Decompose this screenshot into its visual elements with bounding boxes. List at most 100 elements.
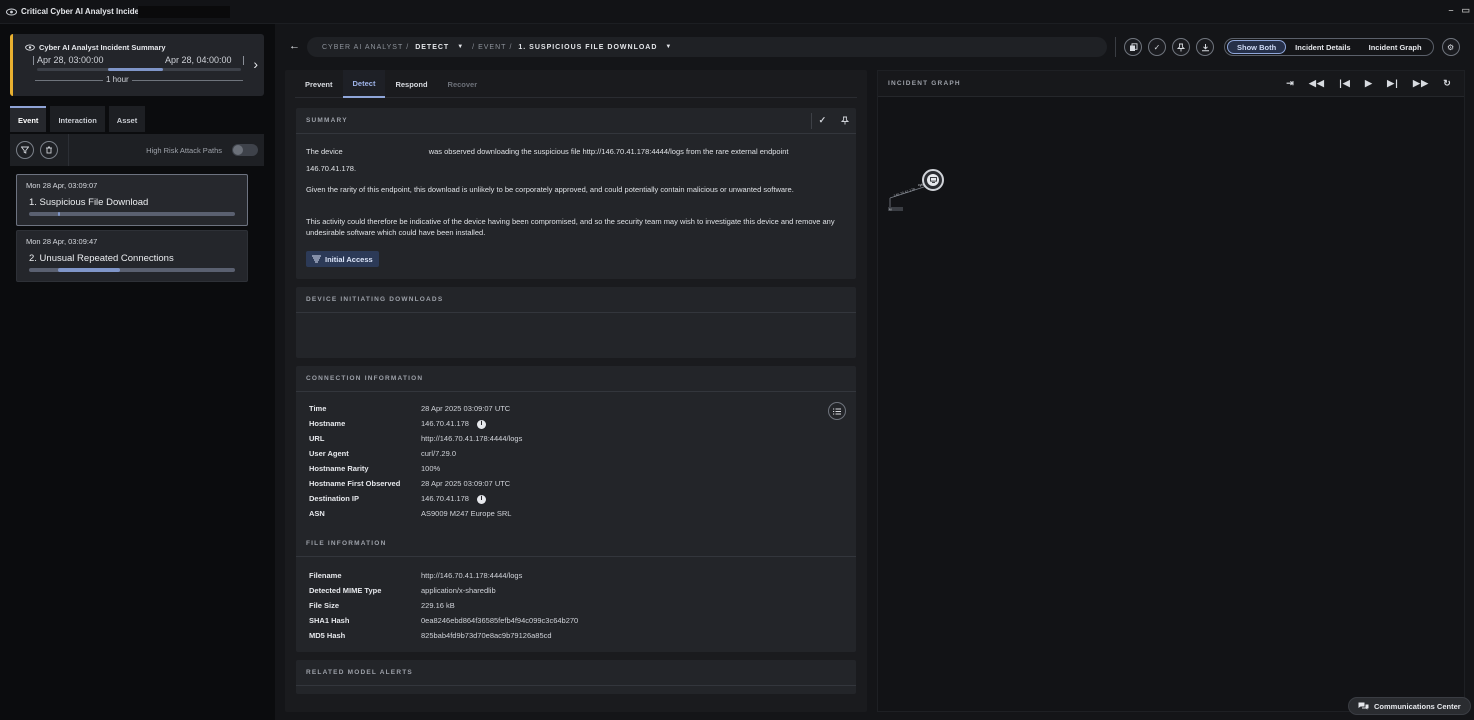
window-title: Critical Cyber AI Analyst Incident (21, 7, 147, 16)
incident-graph-pane: INCIDENT GRAPH ⇥ ◀◀ |◀ ▶ ▶| ▶▶ ↻ 146.70.… (877, 70, 1465, 712)
clear-filter-icon[interactable] (40, 141, 58, 159)
checkmark-icon[interactable]: ✓ (812, 115, 834, 126)
pin-icon[interactable] (834, 116, 856, 125)
breadcrumb-event: EVENT (478, 43, 507, 51)
list-view-icon[interactable] (828, 402, 846, 420)
field-label: Time (309, 404, 327, 413)
tab-asset[interactable]: Asset (108, 106, 146, 132)
field-label: Detected MIME Type (309, 586, 382, 595)
summary-line1-start: The device (306, 147, 343, 156)
chat-icon (1358, 702, 1369, 709)
related-alerts-section: RELATED MODEL ALERTS (296, 660, 856, 694)
tab-interaction[interactable]: Interaction (50, 106, 105, 132)
step-back-icon[interactable]: |◀ (1339, 78, 1351, 89)
field-label: SHA1 Hash (309, 616, 350, 625)
duration-label: 1 hour (103, 75, 132, 84)
mitre-tactic-badge[interactable]: Initial Access (306, 251, 379, 267)
caret-down-icon[interactable]: ▼ (457, 44, 464, 50)
download-icon[interactable] (1196, 38, 1214, 56)
field-value: 146.70.41.178 i (421, 419, 721, 429)
fast-forward-icon[interactable]: ▶▶ (1413, 78, 1429, 89)
incident-graph-button[interactable]: Incident Graph (1360, 40, 1431, 54)
rewind-icon[interactable]: ◀◀ (1309, 78, 1325, 89)
pin-icon[interactable] (1172, 38, 1190, 56)
summary-card-header: Cyber AI Analyst Incident Summary (25, 43, 166, 52)
tab-prevent[interactable]: Prevent (295, 70, 343, 98)
breadcrumb-cyber-ai-analyst[interactable]: CYBER AI ANALYST (322, 44, 403, 51)
left-panel: Cyber AI Analyst Incident Summary Apr 28… (0, 24, 272, 720)
toggle-knob (233, 145, 243, 155)
breadcrumb-separator: / (472, 43, 476, 51)
incident-details-button[interactable]: Incident Details (1286, 40, 1359, 54)
incident-summary-card[interactable]: Cyber AI Analyst Incident Summary Apr 28… (10, 34, 264, 96)
maximize-button[interactable]: ▭ (1461, 5, 1470, 16)
field-label: Hostname First Observed (309, 479, 401, 488)
graph-canvas[interactable]: 146.70.41.178 cyberdevice M (878, 97, 1464, 711)
breadcrumb-separator: / (509, 43, 513, 51)
incident-details-pane: Prevent Detect Respond Recover SUMMARY ✓… (285, 70, 867, 712)
minimize-button[interactable]: – (1448, 5, 1453, 16)
communications-center-button[interactable]: Communications Center (1348, 697, 1471, 715)
high-risk-toggle[interactable] (232, 144, 258, 156)
time-range-track[interactable] (37, 68, 241, 71)
summary-paragraph-2: Given the rarity of this endpoint, this … (306, 185, 794, 194)
time-range-fill (108, 68, 164, 71)
event-timeline-bar (29, 212, 235, 216)
connection-section: CONNECTION INFORMATION Time 28 Apr 2025 0… (296, 366, 856, 652)
event-card-2[interactable]: Mon 28 Apr, 03:09:47 2. Unusual Repeated… (16, 230, 248, 282)
breadcrumb-separator: / (406, 43, 410, 51)
tab-event[interactable]: Event (10, 106, 47, 132)
tab-recover[interactable]: Recover (438, 70, 488, 98)
tab-detect[interactable]: Detect (342, 70, 386, 98)
field-label: URL (309, 434, 325, 443)
reset-icon[interactable]: ↻ (1443, 78, 1452, 89)
field-value: 146.70.41.178 i (421, 494, 721, 504)
field-value: 0ea8246ebd864f36585fefb4f94c099c3c64b270 (421, 616, 579, 625)
graph-edge-label: 146.70.41.178 (893, 187, 916, 198)
field-value: http://146.70.41.178:4444/logs (421, 434, 523, 443)
filter-icon[interactable] (16, 141, 34, 159)
chevron-right-icon[interactable]: › (253, 56, 258, 72)
checkmark-icon[interactable]: ✓ (1148, 38, 1166, 56)
event-time: Mon 28 Apr, 03:09:47 (26, 237, 98, 246)
summary-card-title: Cyber AI Analyst Incident Summary (39, 43, 166, 52)
device-initiating-section: DEVICE INITIATING DOWNLOADS (296, 287, 856, 358)
copy-icon[interactable] (1124, 38, 1142, 56)
event-name: 1. Suspicious File Download (29, 197, 149, 208)
summary-paragraph-3: This activity could therefore be indicat… (306, 217, 835, 237)
back-arrow-icon[interactable]: ← (289, 40, 300, 52)
breadcrumb: CYBER AI ANALYST / DETECT ▼ / EVENT / 1.… (307, 37, 1107, 57)
tab-respond[interactable]: Respond (385, 70, 437, 98)
play-icon[interactable]: ▶ (1365, 78, 1373, 89)
field-value: 100% (421, 464, 441, 473)
info-icon[interactable]: i (476, 419, 486, 429)
info-icon[interactable]: i (476, 494, 486, 504)
summary-line1-end: was observed downloading the suspicious … (428, 147, 789, 156)
event-card-1[interactable]: Mon 28 Apr, 03:09:07 1. Suspicious File … (16, 174, 248, 226)
step-forward-icon[interactable]: ▶| (1387, 78, 1399, 89)
breadcrumb-detect[interactable]: DETECT (415, 44, 449, 51)
section-header: RELATED MODEL ALERTS (296, 660, 856, 686)
field-label: User Agent (309, 449, 349, 458)
list-icon (312, 255, 321, 263)
divider (68, 134, 69, 166)
breadcrumb-current-event[interactable]: 1. SUSPICIOUS FILE DOWNLOAD (518, 44, 657, 51)
communications-center-label: Communications Center (1374, 701, 1461, 711)
gear-icon[interactable]: ⚙ (1441, 38, 1460, 56)
graph-header: INCIDENT GRAPH ⇥ ◀◀ |◀ ▶ ▶| ▶▶ ↻ (878, 71, 1464, 97)
connection-details: Time 28 Apr 2025 03:09:07 UTC Hostname 146… (309, 404, 721, 519)
eye-icon (6, 8, 17, 16)
breadcrumb-bar: ← CYBER AI ANALYST / DETECT ▼ / EVENT / … (275, 34, 1474, 60)
caret-down-icon[interactable]: ▼ (665, 44, 672, 50)
show-both-button[interactable]: Show Both (1227, 40, 1287, 54)
field-label: Filename (309, 571, 342, 580)
field-value: AS9009 M247 Europe SRL (421, 509, 512, 518)
range-end-tick (243, 56, 244, 65)
top-controls: ✓ Show Both Incident Details Incident Gr… (1115, 37, 1460, 57)
detail-tabs: Prevent Detect Respond Recover (295, 70, 857, 98)
device-node[interactable] (922, 169, 944, 191)
jump-to-start-icon[interactable]: ⇥ (1286, 78, 1295, 89)
duration-line (35, 80, 243, 81)
view-mode-selector: Show Both Incident Details Incident Grap… (1224, 38, 1434, 56)
field-label: Destination IP (309, 494, 360, 503)
